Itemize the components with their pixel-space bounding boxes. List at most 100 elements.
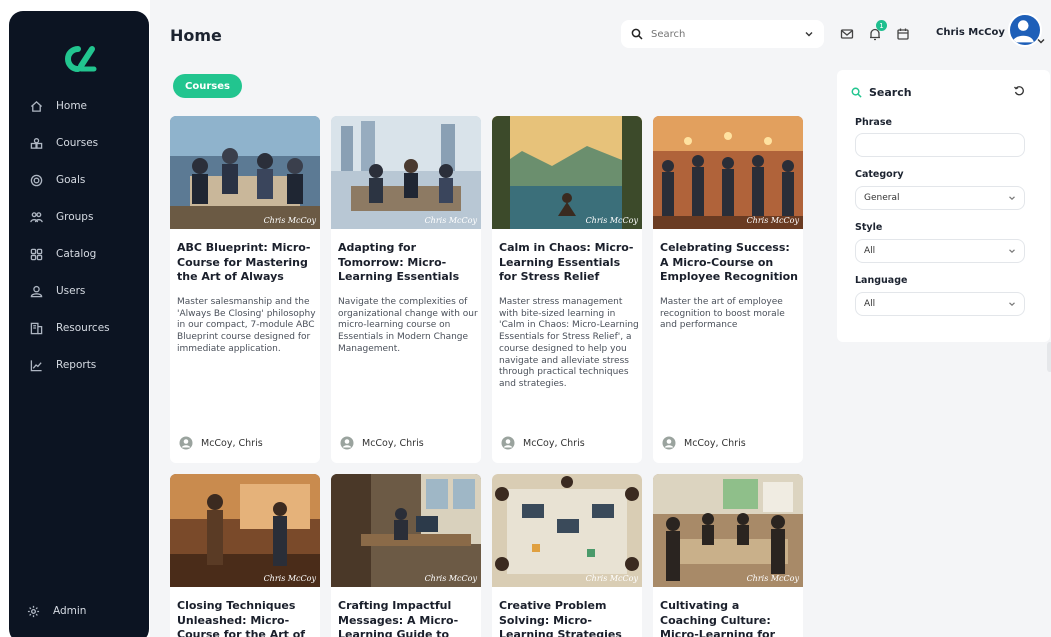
course-title[interactable]: Adapting for Tomorrow: Micro-Learning Es… bbox=[338, 241, 476, 285]
search-filter-panel: Search Phrase Category General Style All… bbox=[837, 70, 1050, 342]
bell-icon[interactable]: 1 bbox=[868, 20, 887, 41]
home-icon bbox=[29, 99, 43, 113]
course-title[interactable]: Closing Techniques Unleashed: Micro-Cour… bbox=[177, 599, 315, 637]
sidebar-item-home[interactable]: Home bbox=[29, 95, 87, 117]
course-card[interactable]: Chris McCoy Cultivating a Coaching Cultu… bbox=[653, 474, 803, 637]
author-avatar-icon bbox=[501, 436, 515, 450]
language-select[interactable]: All bbox=[855, 292, 1025, 316]
course-thumbnail: Chris McCoy bbox=[492, 116, 642, 229]
sidebar-item-admin[interactable]: Admin bbox=[26, 600, 86, 622]
course-description: Master the art of employee recognition t… bbox=[660, 297, 785, 331]
sidebar-item-reports[interactable]: Reports bbox=[29, 354, 96, 376]
sidebar-item-catalog[interactable]: Catalog bbox=[29, 243, 96, 265]
chevron-down-icon[interactable] bbox=[1036, 36, 1046, 46]
course-card[interactable]: Chris McCoy Closing Techniques Unleashed… bbox=[170, 474, 320, 637]
course-title[interactable]: Celebrating Success: A Micro-Course on E… bbox=[660, 241, 798, 285]
phrase-label: Phrase bbox=[855, 117, 892, 128]
users-icon bbox=[29, 284, 43, 298]
course-card[interactable]: Chris McCoy ABC Blueprint: Micro-Course … bbox=[170, 116, 320, 463]
author-name: McCoy, Chris bbox=[201, 437, 263, 449]
language-label: Language bbox=[855, 275, 908, 286]
search-input[interactable] bbox=[651, 28, 804, 40]
author-avatar-icon bbox=[340, 436, 354, 450]
author-name: McCoy, Chris bbox=[523, 437, 585, 449]
chevron-down-icon[interactable] bbox=[804, 29, 814, 39]
sidebar-item-groups[interactable]: Groups bbox=[29, 206, 93, 228]
courses-filter-chip[interactable]: Courses bbox=[173, 74, 242, 98]
course-card[interactable]: Chris McCoy Creative Problem Solving: Mi… bbox=[492, 474, 642, 637]
filter-header: Search bbox=[851, 86, 912, 99]
course-title[interactable]: Crafting Impactful Messages: A Micro-Lea… bbox=[338, 599, 476, 637]
chevron-down-icon bbox=[1009, 302, 1015, 307]
chevron-down-icon bbox=[1009, 249, 1015, 254]
category-select[interactable]: General bbox=[855, 186, 1025, 210]
course-thumbnail: Chris McCoy bbox=[653, 116, 803, 229]
style-select[interactable]: All bbox=[855, 239, 1025, 263]
groups-icon bbox=[29, 210, 43, 224]
signature-watermark: Chris McCoy bbox=[746, 574, 799, 583]
signature-watermark: Chris McCoy bbox=[746, 216, 799, 225]
course-card[interactable]: Chris McCoy Adapting for Tomorrow: Micro… bbox=[331, 116, 481, 463]
sidebar-item-users[interactable]: Users bbox=[29, 280, 85, 302]
mail-icon[interactable] bbox=[840, 26, 854, 40]
catalog-icon bbox=[29, 247, 43, 261]
phrase-field[interactable] bbox=[855, 133, 1025, 157]
course-author: McCoy, Chris bbox=[662, 436, 746, 450]
course-card[interactable]: Chris McCoy Celebrating Success: A Micro… bbox=[653, 116, 803, 463]
course-thumbnail: Chris McCoy bbox=[653, 474, 803, 587]
sidebar-item-label: Home bbox=[56, 100, 88, 112]
category-value: General bbox=[864, 193, 900, 203]
course-title[interactable]: Creative Problem Solving: Micro-Learning… bbox=[499, 599, 637, 637]
sidebar-item-goals[interactable]: Goals bbox=[29, 169, 85, 191]
sidebar-item-courses[interactable]: Courses bbox=[29, 132, 98, 154]
logo-icon[interactable] bbox=[59, 39, 99, 79]
author-name: McCoy, Chris bbox=[684, 437, 746, 449]
course-card[interactable]: Chris McCoy Crafting Impactful Messages:… bbox=[331, 474, 481, 637]
goals-icon bbox=[29, 173, 43, 187]
author-name: McCoy, Chris bbox=[362, 437, 424, 449]
gear-icon bbox=[26, 604, 40, 618]
user-name[interactable]: Chris McCoy bbox=[936, 27, 1005, 38]
course-thumbnail: Chris McCoy bbox=[170, 116, 320, 229]
signature-watermark: Chris McCoy bbox=[263, 216, 316, 225]
sidebar-item-label: Reports bbox=[56, 359, 97, 371]
course-author: McCoy, Chris bbox=[340, 436, 424, 450]
author-avatar-icon bbox=[179, 436, 193, 450]
signature-watermark: Chris McCoy bbox=[585, 574, 638, 583]
app-window: Home Courses Goals Groups Catalog Users … bbox=[0, 0, 1051, 637]
style-value: All bbox=[864, 246, 876, 256]
sidebar-item-label: Catalog bbox=[56, 248, 97, 260]
course-description: Navigate the complexities of organizatio… bbox=[338, 297, 478, 354]
notification-badge: 1 bbox=[876, 20, 887, 31]
courses-icon bbox=[29, 136, 43, 150]
course-card[interactable]: Chris McCoy Calm in Chaos: Micro-Learnin… bbox=[492, 116, 642, 463]
category-label: Category bbox=[855, 169, 904, 180]
author-avatar-icon bbox=[662, 436, 676, 450]
sidebar-item-label: Users bbox=[56, 285, 86, 297]
filter-title: Search bbox=[869, 86, 912, 99]
sidebar: Home Courses Goals Groups Catalog Users … bbox=[9, 11, 149, 637]
course-title[interactable]: ABC Blueprint: Micro-Course for Masterin… bbox=[177, 241, 315, 285]
search-icon bbox=[631, 28, 643, 40]
global-search[interactable] bbox=[621, 20, 824, 48]
sidebar-item-label: Admin bbox=[53, 605, 87, 617]
course-author: McCoy, Chris bbox=[501, 436, 585, 450]
sidebar-item-resources[interactable]: Resources bbox=[29, 317, 110, 339]
style-label: Style bbox=[855, 222, 883, 233]
course-title[interactable]: Calm in Chaos: Micro-Learning Essentials… bbox=[499, 241, 637, 285]
search-icon bbox=[851, 87, 862, 98]
reset-icon[interactable] bbox=[1013, 85, 1025, 97]
reports-icon bbox=[29, 358, 43, 372]
course-title[interactable]: Cultivating a Coaching Culture: Micro-Le… bbox=[660, 599, 798, 637]
sidebar-item-label: Courses bbox=[56, 137, 99, 149]
course-thumbnail: Chris McCoy bbox=[492, 474, 642, 587]
calendar-icon[interactable] bbox=[896, 26, 910, 40]
course-description: Master salesmanship and the 'Always Be C… bbox=[177, 297, 316, 354]
sidebar-item-label: Goals bbox=[56, 174, 86, 186]
sidebar-item-label: Resources bbox=[56, 322, 110, 334]
signature-watermark: Chris McCoy bbox=[263, 574, 316, 583]
panel-resize-handle[interactable] bbox=[1047, 342, 1051, 372]
page-title: Home bbox=[170, 26, 222, 45]
course-thumbnail: Chris McCoy bbox=[331, 474, 481, 587]
course-author: McCoy, Chris bbox=[179, 436, 263, 450]
